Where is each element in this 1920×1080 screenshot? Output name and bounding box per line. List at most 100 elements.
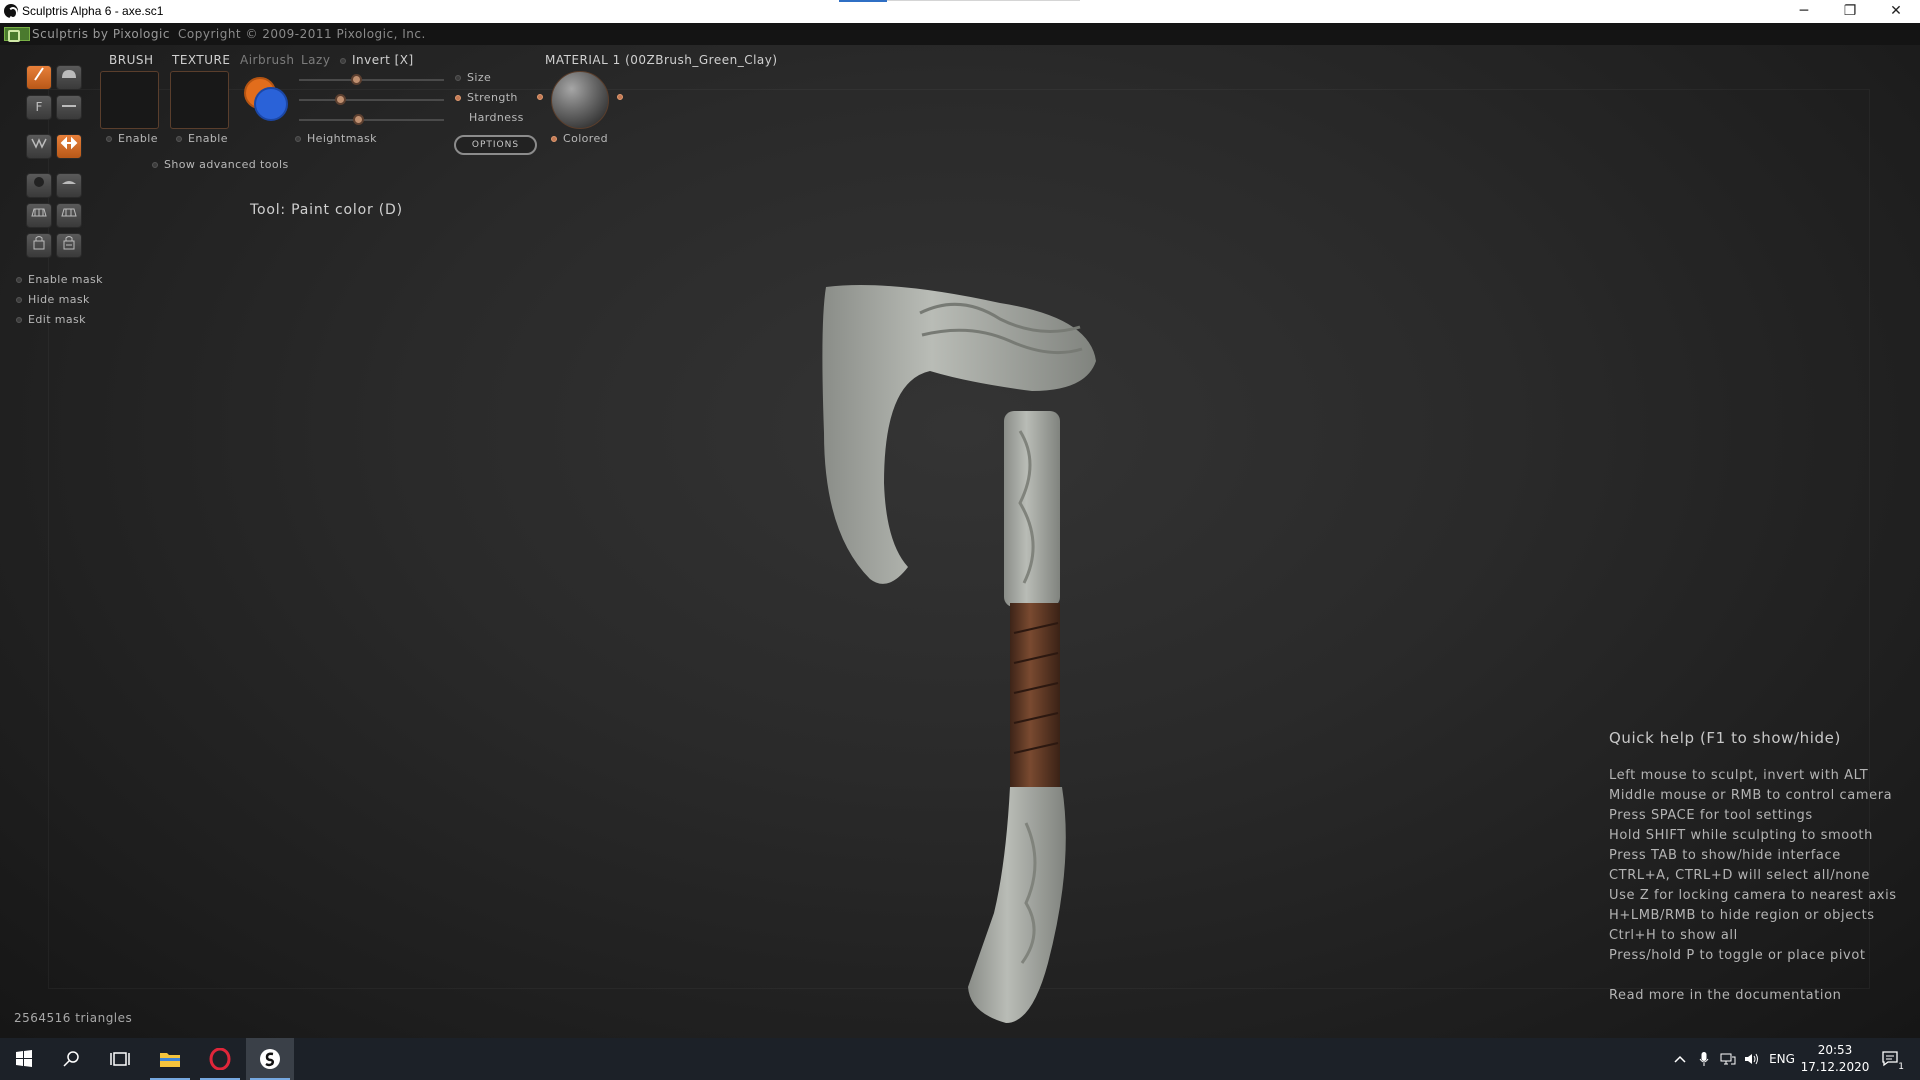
edit-mask-option[interactable]: Edit mask (16, 313, 86, 326)
quick-help-line: Left mouse to sculpt, invert with ALT (1609, 768, 1869, 783)
action-center-button[interactable]: 1 (1876, 1038, 1906, 1080)
clock-date: 17.12.2020 (1800, 1060, 1870, 1074)
sculptris-workspace[interactable]: Sculptris by Pixologic Copyright © 2009-… (0, 23, 1920, 1038)
microphone-icon (1699, 1052, 1709, 1066)
symmetry-tool-button[interactable] (56, 134, 82, 159)
clock[interactable]: 20:53 17.12.2020 (1800, 1038, 1870, 1080)
secondary-color-swatch[interactable] (254, 87, 288, 121)
inflate-tool-button[interactable] (56, 65, 82, 90)
reduce-brush-button[interactable] (26, 203, 52, 228)
invert-radio[interactable] (340, 57, 346, 64)
search-button[interactable] (48, 1038, 96, 1080)
texture-enable-label: Enable (188, 132, 228, 145)
hide-tool-button[interactable] (56, 233, 82, 258)
strength-slider[interactable] (299, 94, 444, 105)
lazy-toggle[interactable]: Lazy (301, 53, 330, 67)
minimize-button[interactable]: ─ (1781, 0, 1827, 23)
quick-help-title: Quick help (F1 to show/hide) (1609, 729, 1841, 747)
quick-help-line: Press SPACE for tool settings (1609, 808, 1813, 823)
strength-slider-knob[interactable] (335, 94, 346, 105)
colored-radio[interactable] (551, 136, 557, 142)
heightmask-label: Heightmask (307, 132, 377, 145)
window-title-bar: Sculptris Alpha 6 - axe.sc1 ─ ❐ ✕ (0, 0, 1920, 23)
restore-button[interactable]: ❐ (1827, 0, 1873, 23)
file-explorer-button[interactable] (146, 1038, 194, 1080)
sculptris-logo (4, 27, 30, 42)
window-title: Sculptris Alpha 6 - axe.sc1 (22, 4, 164, 18)
edit-mask-label: Edit mask (28, 313, 86, 326)
options-button[interactable]: OPTIONS (454, 135, 537, 155)
size-option[interactable]: Size (455, 71, 491, 84)
strength-radio[interactable] (455, 95, 461, 101)
hide-mask-label: Hide mask (28, 293, 90, 306)
brush-alpha-slot[interactable] (100, 71, 159, 129)
volume-button[interactable] (1740, 1038, 1764, 1080)
brush-enable-radio[interactable] (106, 136, 112, 142)
invert-label: Invert [X] (352, 53, 414, 67)
material-next-dot[interactable] (617, 94, 623, 100)
hardness-slider[interactable] (299, 114, 444, 125)
colored-toggle[interactable]: Colored (551, 132, 608, 145)
show-advanced-radio[interactable] (152, 162, 158, 168)
grab-tool-button[interactable] (26, 173, 52, 198)
invert-toggle[interactable]: Invert [X] (340, 53, 414, 67)
smooth-tool-button[interactable] (56, 173, 82, 198)
size-radio[interactable] (455, 75, 461, 81)
chevron-up-icon (1674, 1055, 1686, 1063)
folder-icon (160, 1053, 180, 1067)
texture-enable-radio[interactable] (176, 136, 182, 142)
sculptris-taskbar-button[interactable] (246, 1038, 294, 1080)
texture-slot[interactable] (170, 71, 229, 129)
enable-mask-option[interactable]: Enable mask (16, 273, 103, 286)
heightmask-radio[interactable] (295, 136, 301, 142)
quick-help-line: H+LMB/RMB to hide region or objects (1609, 908, 1875, 923)
language-indicator[interactable]: ENG (1768, 1038, 1796, 1080)
hide-mask-radio[interactable] (16, 297, 22, 303)
reduce-selected-button[interactable] (56, 203, 82, 228)
close-button[interactable]: ✕ (1873, 0, 1919, 23)
quick-help-panel: Quick help (F1 to show/hide) Left mouse … (1609, 729, 1909, 1003)
material-prev-dot[interactable] (537, 94, 543, 100)
axe-model[interactable] (800, 263, 1120, 1038)
hide-mask-option[interactable]: Hide mask (16, 293, 90, 306)
crease-icon (31, 138, 47, 149)
documentation-link[interactable]: Read more in the documentation (1609, 988, 1909, 1003)
texture-enable-toggle[interactable]: Enable (176, 132, 228, 145)
search-icon (63, 1051, 79, 1067)
pinch-tool-button[interactable] (56, 95, 82, 120)
material-preview[interactable] (551, 71, 609, 129)
strength-option[interactable]: Strength (455, 91, 518, 104)
task-view-button[interactable] (96, 1038, 144, 1080)
triangle-count: 2564516 triangles (14, 1011, 133, 1025)
opera-browser-button[interactable] (196, 1038, 244, 1080)
show-advanced-tools-toggle[interactable]: Show advanced tools (152, 158, 289, 171)
title-progress-indicator (839, 0, 887, 2)
show-hidden-icons-button[interactable] (1668, 1038, 1692, 1080)
lock-icon (33, 236, 45, 250)
quick-help-line: Press TAB to show/hide interface (1609, 848, 1841, 863)
quick-help-line: Ctrl+H to show all (1609, 928, 1738, 943)
start-button[interactable] (0, 1038, 48, 1080)
microphone-button[interactable] (1692, 1038, 1716, 1080)
symmetry-arrows-icon (60, 136, 78, 150)
brush-enable-toggle[interactable]: Enable (106, 132, 158, 145)
mask-tool-button[interactable] (26, 233, 52, 258)
enable-mask-radio[interactable] (16, 277, 22, 283)
network-button[interactable] (1716, 1038, 1740, 1080)
airbrush-toggle[interactable]: Airbrush (240, 53, 295, 67)
notification-count: 1 (1898, 1062, 1904, 1072)
reduce-mesh-icon (31, 208, 47, 217)
brush-label: BRUSH (109, 53, 154, 67)
draw-tool-button[interactable] (26, 65, 52, 90)
crease-tool-button[interactable] (26, 134, 52, 159)
edit-mask-radio[interactable] (16, 317, 22, 323)
size-label: Size (467, 71, 492, 84)
hardness-slider-knob[interactable] (353, 114, 364, 125)
lock-closed-icon (63, 236, 75, 250)
quick-help-line: Press/hold P to toggle or place pivot (1609, 948, 1866, 963)
size-slider[interactable] (299, 74, 444, 85)
reduce-selected-icon (61, 208, 77, 217)
size-slider-knob[interactable] (351, 74, 362, 85)
flatten-tool-button[interactable]: F (26, 95, 52, 120)
heightmask-toggle[interactable]: Heightmask (295, 132, 377, 145)
